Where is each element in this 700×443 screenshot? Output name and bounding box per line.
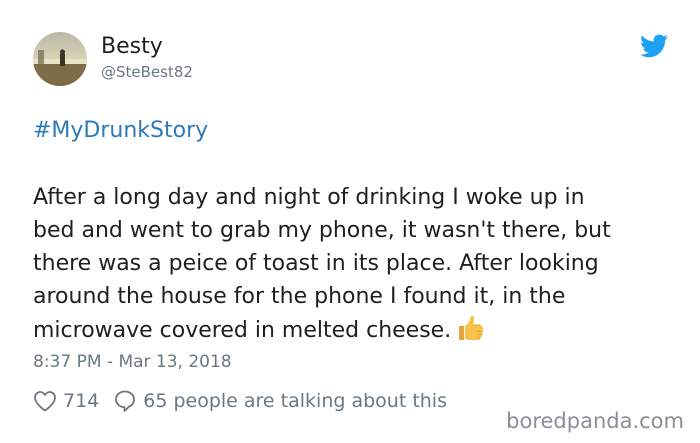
like-count: 714 bbox=[63, 390, 100, 412]
tweet-text: After a long day and night of drinking I… bbox=[33, 181, 673, 353]
tweet-text-line: bed and went to grab my phone, it wasn't… bbox=[33, 218, 611, 243]
like-button[interactable]: 714 bbox=[33, 390, 113, 412]
tweet-text-line: microwave covered in melted cheese. bbox=[33, 318, 452, 343]
reply-count: 65 bbox=[143, 390, 168, 412]
thumbs-up-icon bbox=[455, 313, 485, 353]
tweet-text-line: there was a peice of toast in its place.… bbox=[33, 251, 599, 276]
reply-button[interactable]: 65 bbox=[113, 389, 167, 413]
talking-about-text[interactable]: people are talking about this bbox=[173, 390, 447, 412]
twitter-bird-icon[interactable] bbox=[640, 34, 668, 58]
hashtag-link[interactable]: #MyDrunkStory bbox=[33, 116, 208, 146]
tweet-timestamp[interactable]: 8:37 PM - Mar 13, 2018 bbox=[33, 351, 232, 373]
tweet-text-line-last: microwave covered in melted cheese. bbox=[33, 313, 673, 353]
watermark: boredpanda.com bbox=[506, 409, 684, 433]
avatar[interactable] bbox=[33, 32, 87, 86]
heart-icon bbox=[33, 390, 57, 412]
author-name[interactable]: Besty bbox=[101, 33, 163, 61]
avatar-image bbox=[33, 32, 87, 86]
author-handle[interactable]: @SteBest82 bbox=[101, 62, 193, 82]
tweet-text-line: After a long day and night of drinking I… bbox=[33, 185, 585, 210]
engagement-bar: 714 65 people are talking about this bbox=[33, 387, 447, 415]
tweet-text-line: around the house for the phone I found i… bbox=[33, 284, 566, 309]
tweet-card: Besty @SteBest82 #MyDrunkStory After a l… bbox=[0, 0, 700, 443]
speech-bubble-icon bbox=[113, 389, 137, 413]
